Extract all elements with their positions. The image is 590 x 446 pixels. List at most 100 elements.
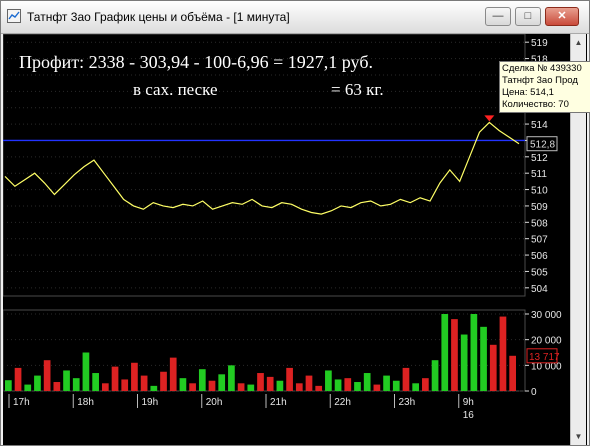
price-tick-label: 510 — [531, 186, 548, 197]
title-bar[interactable]: Татнфт 3ао График цены и объёма - [1 мин… — [1, 1, 589, 34]
volume-bar — [431, 360, 439, 391]
volume-bar — [237, 383, 245, 391]
date-label: 16 — [463, 410, 475, 421]
volume-bar — [325, 370, 332, 391]
price-tick-label: 512 — [531, 153, 548, 164]
volume-bar — [422, 378, 429, 391]
scroll-down-arrow-icon[interactable]: ▼ — [572, 429, 585, 444]
volume-bar — [111, 366, 119, 391]
sugar-annotation-value: = 63 кг. — [331, 80, 384, 99]
volume-tick-label: 30 000 — [531, 310, 562, 321]
volume-bar — [247, 384, 255, 391]
volume-bar — [24, 384, 32, 391]
volume-bar — [72, 378, 80, 391]
close-button[interactable]: ✕ — [545, 7, 579, 26]
price-tick-label: 508 — [531, 218, 548, 229]
volume-bar — [179, 378, 187, 391]
volume-bar — [392, 380, 400, 391]
volume-bar — [480, 326, 487, 391]
price-tick-label: 509 — [531, 202, 548, 213]
volume-bar — [82, 352, 90, 391]
volume-bar — [34, 375, 41, 391]
trade-tooltip: Сделка № 439330 Татнфт 3ао Прод Цена: 51… — [499, 61, 590, 113]
tooltip-instrument: Татнфт 3ао Прод — [502, 75, 578, 86]
volume-bar — [257, 373, 264, 391]
current-price-label: 512,8 — [530, 140, 555, 151]
volume-bar — [509, 355, 516, 391]
time-tick-label: 23h — [399, 397, 416, 408]
volume-bar — [189, 383, 196, 391]
volume-bar — [53, 382, 61, 391]
maximize-button[interactable]: □ — [515, 7, 541, 26]
volume-bar — [470, 314, 478, 391]
time-tick-label: 21h — [270, 397, 287, 408]
tooltip-deal: Сделка № 439330 — [502, 63, 582, 74]
volume-bar — [334, 379, 342, 391]
price-tick-label: 519 — [531, 38, 548, 49]
volume-bar — [460, 334, 468, 391]
volume-bar — [373, 384, 381, 391]
time-tick-label: 19h — [142, 397, 159, 408]
volume-bar — [140, 375, 148, 391]
volume-bar — [63, 370, 70, 391]
time-tick-label: 18h — [77, 397, 94, 408]
scroll-up-arrow-icon[interactable]: ▲ — [572, 35, 585, 50]
volume-tick-label: 20 000 — [531, 336, 562, 347]
price-chart: 5195185175165155145135125115105095085075… — [3, 34, 558, 297]
tooltip-quantity: Количество: 70 — [502, 99, 569, 110]
volume-bar — [131, 362, 138, 391]
price-tick-label: 506 — [531, 251, 548, 262]
time-tick-label: 9h — [463, 397, 474, 408]
volume-bar — [344, 378, 352, 391]
volume-bar — [489, 344, 497, 391]
time-tick-label: 20h — [206, 397, 223, 408]
volume-bar — [499, 316, 507, 391]
chart-window: Татнфт 3ао График цены и объёма - [1 мин… — [0, 0, 590, 446]
volume-bar — [150, 385, 158, 391]
volume-bar — [198, 369, 206, 391]
volume-bar — [305, 375, 313, 391]
volume-bar — [354, 382, 361, 391]
volume-bar — [169, 357, 177, 391]
volume-bar — [383, 375, 390, 391]
price-tick-label: 505 — [531, 267, 548, 278]
volume-bar — [218, 374, 226, 391]
volume-bar — [295, 383, 303, 391]
volume-bar — [266, 376, 274, 391]
volume-bar — [412, 383, 420, 391]
volume-bar — [228, 365, 235, 391]
time-tick-label: 22h — [334, 397, 351, 408]
profit-annotation: Профит: 2338 - 303,94 - 100-6,96 = 1927,… — [19, 52, 373, 72]
price-tick-label: 504 — [531, 284, 548, 295]
volume-bar — [5, 380, 12, 391]
volume-bar — [276, 380, 284, 391]
price-panel-frame — [3, 34, 526, 297]
volume-bar — [43, 360, 51, 391]
time-tick-label: 17h — [13, 397, 30, 408]
volume-bar — [402, 367, 410, 391]
volume-bar — [160, 371, 167, 391]
time-axis: 17h 18h 19h 20h 21h 22h 23h 9h 16 — [3, 394, 525, 429]
volume-bar — [92, 373, 99, 391]
chart-canvas[interactable]: 5195185175165155145135125115105095085075… — [3, 34, 570, 445]
window-title: Татнфт 3ао График цены и объёма - [1 мин… — [27, 10, 290, 24]
volume-bar — [441, 314, 449, 391]
price-tick-label: 511 — [531, 169, 547, 180]
volume-bar — [286, 367, 293, 391]
volume-tick-label: 0 — [531, 387, 537, 398]
volume-bar — [363, 373, 371, 391]
volume-bar — [208, 380, 216, 391]
price-tick-label: 514 — [531, 120, 548, 131]
price-tick-label: 507 — [531, 235, 548, 246]
volume-bar — [101, 383, 109, 391]
chart-app-icon — [7, 9, 21, 23]
sugar-annotation-label: в сах. песке — [133, 80, 218, 99]
volume-bar — [14, 367, 22, 391]
tooltip-price: Цена: 514,1 — [502, 87, 554, 98]
volume-bar — [121, 379, 129, 391]
volume-bar — [315, 385, 323, 391]
volume-bar — [451, 319, 458, 391]
minimize-button[interactable]: — — [485, 7, 511, 26]
volume-chart: 30 00020 00010 000013 717 — [3, 309, 562, 398]
current-volume-label: 13 717 — [529, 352, 560, 363]
